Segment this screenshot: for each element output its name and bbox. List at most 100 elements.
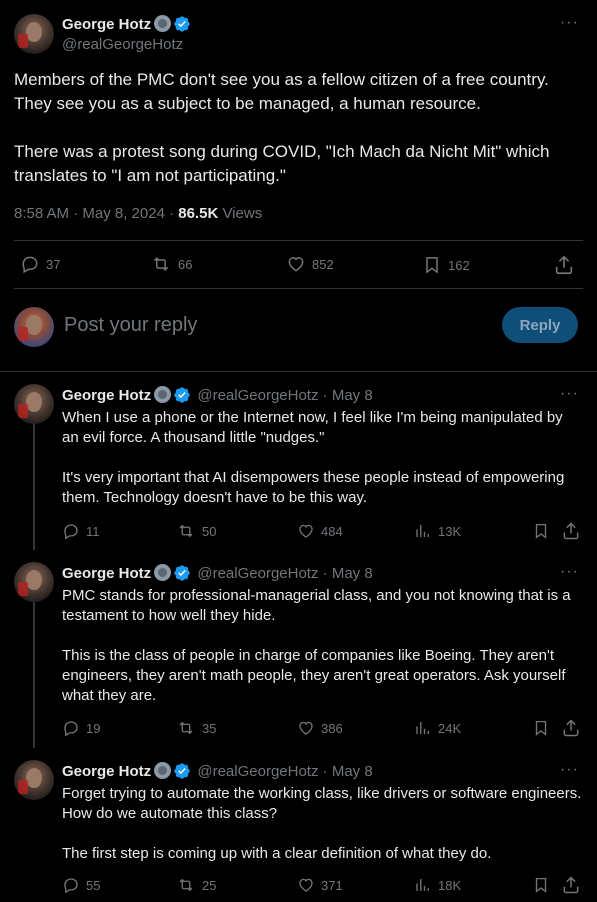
reply-paragraph: It's very important that AI disempowers … (62, 469, 565, 506)
reply-icon (22, 256, 38, 274)
author-name[interactable]: George Hotz (62, 387, 151, 404)
reply-button[interactable]: 37 (20, 254, 60, 274)
share-icon (563, 522, 579, 540)
tweet-meta: 8:58 AM · May 8, 2024 · 86.5K Views (14, 205, 262, 222)
repost-button[interactable]: 35 (176, 719, 216, 737)
author-name-row: George Hotz (62, 15, 191, 34)
bookmark-count: 162 (448, 257, 470, 273)
analytics-icon (416, 879, 429, 891)
views-count: 18K (438, 877, 462, 893)
reply-button[interactable]: 55 (62, 876, 100, 894)
repost-icon (179, 878, 193, 892)
thread-reply[interactable]: George Hotz @realGeorgeHotz · May 8 ··· … (0, 550, 597, 748)
more-options-icon[interactable]: ··· (560, 761, 579, 779)
more-options-icon[interactable]: ··· (560, 385, 579, 403)
reply-input[interactable]: Post your reply (64, 314, 197, 337)
like-count: 371 (321, 877, 343, 893)
reply-date[interactable]: · May 8 (323, 763, 373, 780)
reply-paragraph: The first step is coming up with a clear… (62, 845, 492, 862)
bookmark-button[interactable] (532, 521, 550, 541)
like-button[interactable]: 371 (297, 876, 343, 894)
views-button[interactable]: 24K (414, 719, 461, 737)
author-avatar[interactable] (14, 760, 54, 800)
repost-count: 25 (202, 877, 217, 893)
reply-paragraph: PMC stands for professional-managerial c… (62, 587, 571, 624)
views-count: 24K (438, 720, 462, 736)
reply-date[interactable]: · May 8 (323, 387, 373, 404)
verified-badge-icon (173, 386, 191, 404)
reply-header: George Hotz @realGeorgeHotz · May 8 (62, 762, 373, 780)
affiliate-badge-icon (154, 386, 172, 403)
author-name[interactable]: George Hotz (62, 565, 151, 582)
share-button[interactable] (561, 718, 581, 738)
divider (14, 288, 583, 289)
repost-count: 66 (178, 256, 193, 272)
heart-icon (299, 878, 313, 892)
author-name[interactable]: George Hotz (62, 763, 151, 780)
thread-connector-line (33, 600, 35, 748)
heart-icon (288, 256, 304, 272)
author-handle[interactable]: @realGeorgeHotz (197, 387, 318, 404)
repost-count: 35 (202, 720, 217, 736)
analytics-icon (416, 722, 429, 734)
share-button[interactable] (561, 875, 581, 895)
repost-icon (179, 721, 193, 735)
views-count: 86.5K (178, 205, 219, 222)
reply-button[interactable]: 19 (62, 719, 100, 737)
reply-text: PMC stands for professional-managerial c… (62, 586, 582, 706)
views-count: 13K (438, 523, 462, 539)
reply-date[interactable]: · May 8 (323, 565, 373, 582)
bookmark-icon (535, 720, 547, 736)
reply-paragraph: When I use a phone or the Internet now, … (62, 409, 563, 446)
author-avatar[interactable] (14, 562, 54, 602)
reply-text: Forget trying to automate the working cl… (62, 784, 582, 864)
repost-icon (153, 257, 169, 271)
bookmark-button[interactable] (532, 875, 550, 895)
more-options-icon[interactable]: ··· (560, 563, 579, 581)
author-avatar[interactable] (14, 384, 54, 424)
share-button[interactable] (561, 521, 581, 541)
like-button[interactable]: 386 (297, 719, 343, 737)
author-avatar[interactable] (14, 14, 54, 54)
author-name[interactable]: George Hotz (62, 16, 151, 33)
reply-count: 11 (86, 523, 100, 539)
tweet-timestamp[interactable]: 8:58 AM · May 8, 2024 · (14, 205, 178, 222)
author-handle[interactable]: @realGeorgeHotz (197, 763, 318, 780)
reply-header: George Hotz @realGeorgeHotz · May 8 (62, 564, 373, 582)
heart-icon (299, 721, 313, 735)
reply-paragraph: Forget trying to automate the working cl… (62, 785, 582, 822)
current-user-avatar[interactable] (14, 307, 54, 347)
bookmark-button[interactable] (532, 718, 550, 738)
thread-reply[interactable]: George Hotz @realGeorgeHotz · May 8 ··· … (0, 372, 597, 550)
reply-button[interactable]: 11 (62, 522, 100, 540)
like-count: 386 (321, 720, 343, 736)
affiliate-badge-icon (154, 762, 172, 779)
views-button[interactable]: 18K (414, 876, 461, 894)
reply-submit-button[interactable]: Reply (502, 307, 578, 343)
repost-button[interactable]: 25 (176, 876, 216, 894)
author-handle[interactable]: @realGeorgeHotz (197, 565, 318, 582)
verified-badge-icon (173, 762, 191, 780)
more-options-icon[interactable]: ··· (560, 14, 579, 32)
verified-badge-icon (173, 564, 191, 582)
reply-composer: Post your reply Reply (0, 293, 597, 359)
like-count: 484 (321, 523, 343, 539)
views-label: Views (218, 205, 263, 222)
like-count: 852 (312, 256, 334, 272)
bookmark-icon (426, 257, 438, 274)
author-handle[interactable]: @realGeorgeHotz (62, 36, 183, 53)
repost-count: 50 (202, 523, 217, 539)
reply-icon (64, 878, 78, 894)
like-button[interactable]: 484 (297, 522, 343, 540)
reply-count: 55 (86, 877, 101, 893)
bookmark-icon (535, 523, 547, 539)
repost-button[interactable]: 66 (150, 254, 192, 274)
bookmark-button[interactable]: 162 (422, 254, 470, 276)
share-button[interactable] (553, 254, 575, 276)
views-button[interactable]: 13K (414, 522, 461, 540)
like-button[interactable]: 852 (286, 254, 334, 274)
verified-badge-icon (173, 15, 191, 33)
repost-button[interactable]: 50 (176, 522, 216, 540)
thread-reply[interactable]: George Hotz @realGeorgeHotz · May 8 ··· … (0, 748, 597, 902)
share-icon (563, 719, 579, 737)
